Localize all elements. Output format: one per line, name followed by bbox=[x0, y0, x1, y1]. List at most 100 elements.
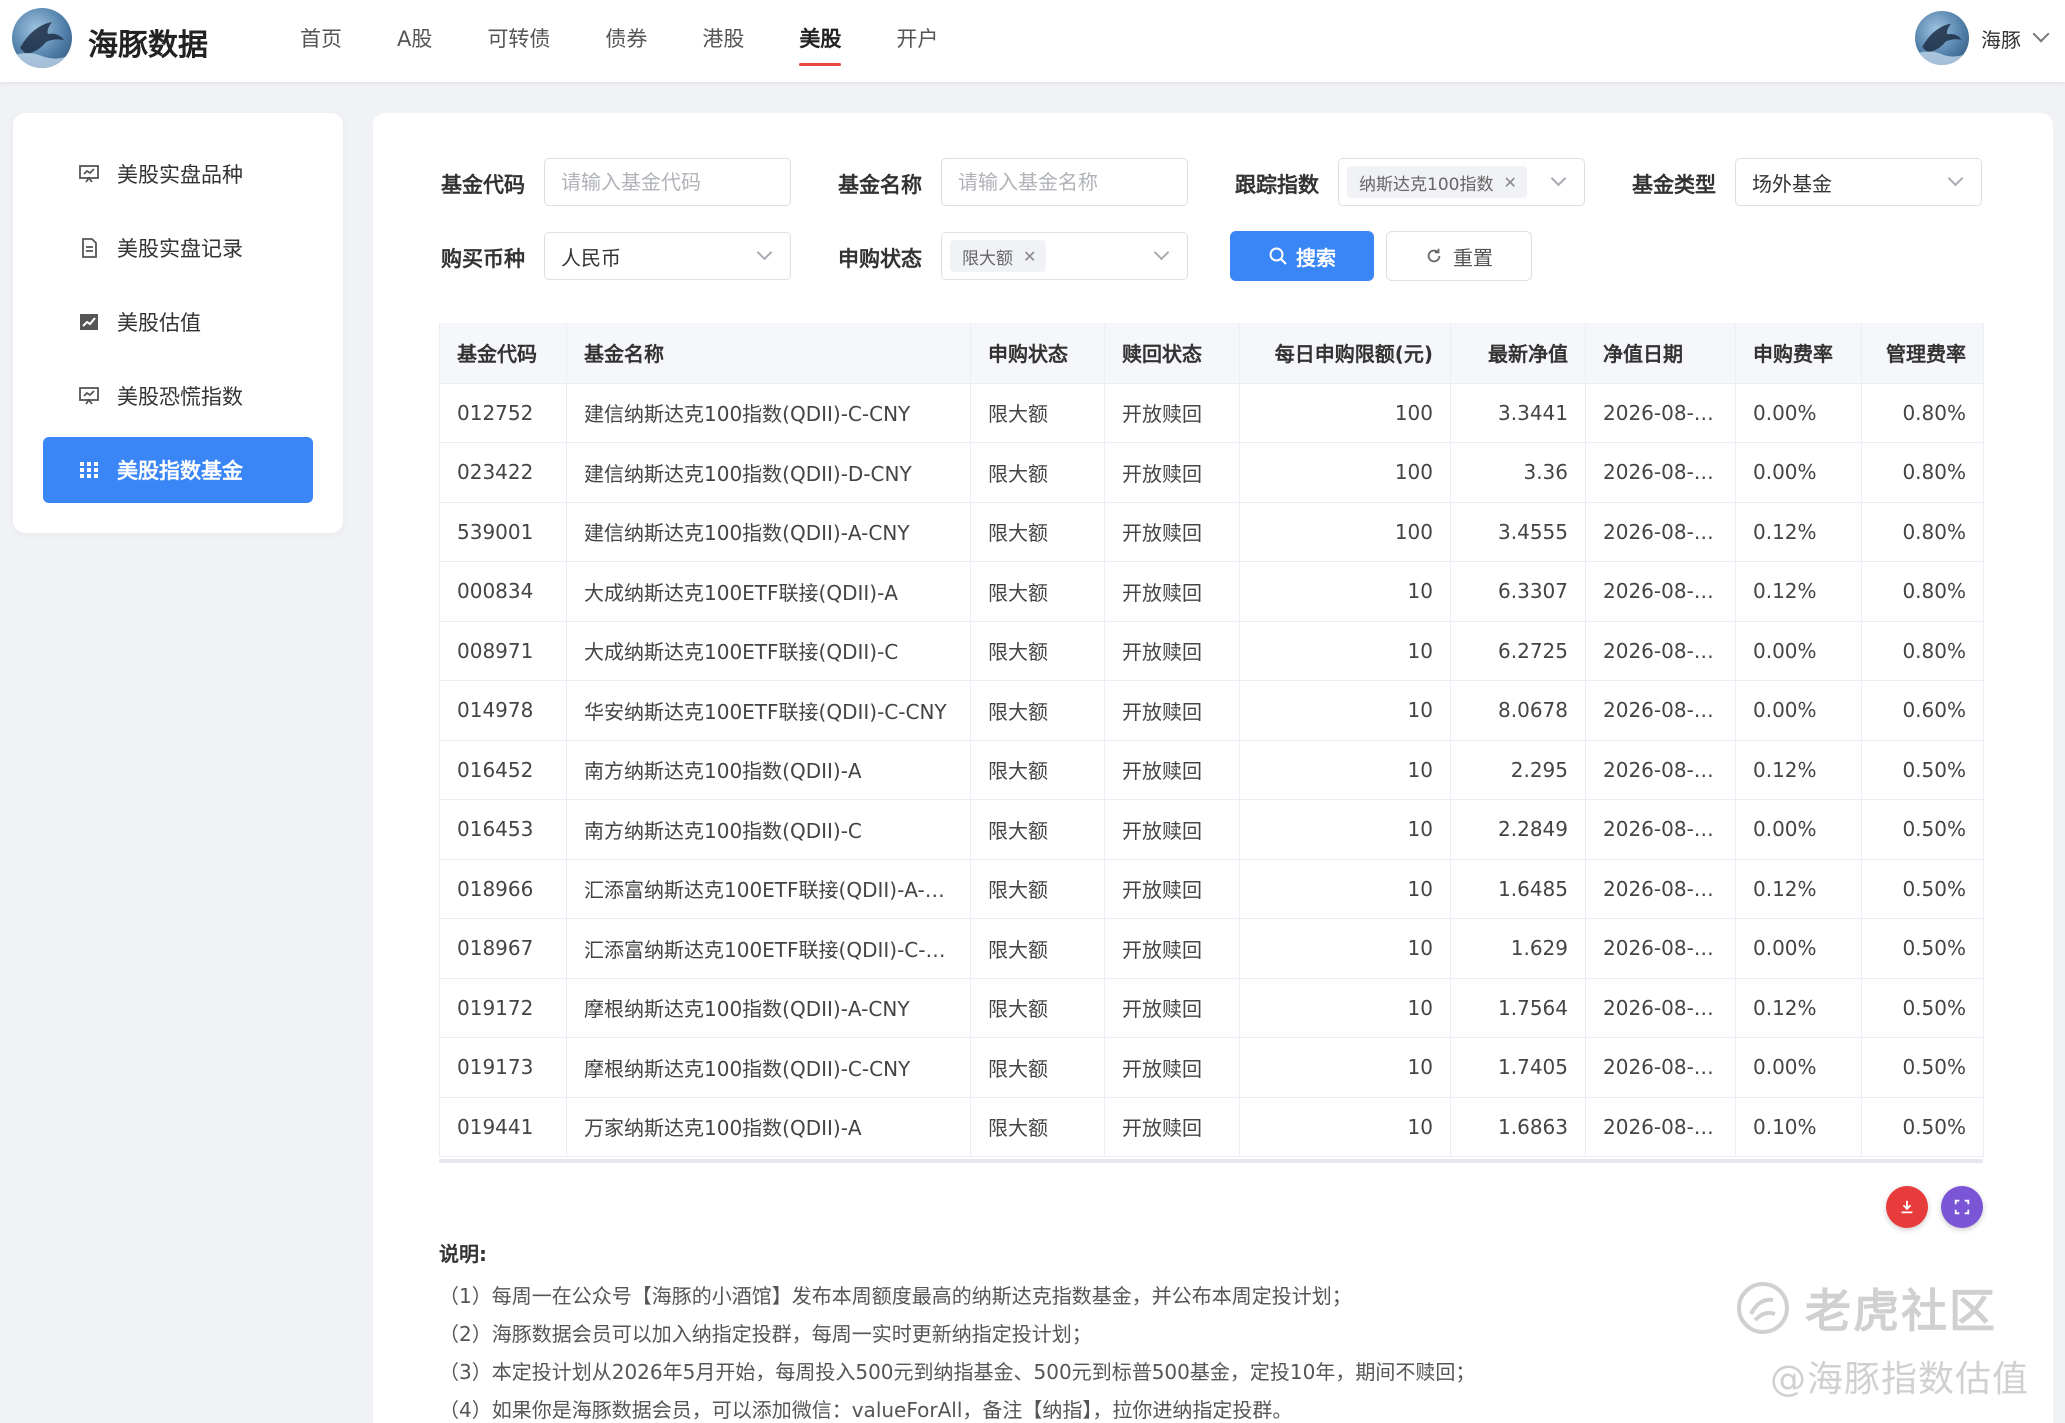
table-cell: 摩根纳斯达克100指数(QDII)-A-CNY bbox=[566, 978, 971, 1038]
table-cell: 0.12% bbox=[1735, 740, 1862, 800]
table-row[interactable]: 023422 建信纳斯达克100指数(QDII)-D-CNY 限大额 开放赎回 100 3… bbox=[439, 442, 1984, 503]
table-cell: 0.00% bbox=[1735, 383, 1862, 443]
fund-name-input[interactable] bbox=[958, 170, 1158, 194]
table-cell: 开放赎回 bbox=[1104, 561, 1240, 622]
table-row[interactable]: 008971 大成纳斯达克100ETF联接(QDII)-C 限大额 开放赎回 10 6.2… bbox=[439, 621, 1984, 681]
table-cell: 100 bbox=[1239, 442, 1451, 503]
table-row[interactable]: 014978 华安纳斯达克100ETF联接(QDII)-C-CNY 限大额 开放赎回 1… bbox=[439, 680, 1984, 741]
table-cell: 限大额 bbox=[970, 1037, 1105, 1098]
nav-a-share[interactable]: A股 bbox=[397, 0, 432, 82]
column-header[interactable]: 基金名称 bbox=[566, 323, 971, 384]
sidebar-item-us-live-records[interactable]: 美股实盘记录 bbox=[43, 215, 313, 281]
table-cell: 限大额 bbox=[970, 621, 1105, 681]
subscribe-status-tag[interactable]: 限大额 ✕ bbox=[950, 240, 1047, 272]
table-cell: 1.7564 bbox=[1450, 978, 1586, 1038]
fund-table: 基金代码 基金名称 申购状态 赎回状态 每日申购限额(元) 最新净值 净值日期 申购费率 管理费… bbox=[439, 323, 1984, 1157]
track-index-tag[interactable]: 纳斯达克100指数 ✕ bbox=[1347, 166, 1527, 198]
brand-logo[interactable] bbox=[12, 8, 72, 68]
notes-line: （2）海豚数据会员可以加入纳指定投群，每周一实时更新纳指定投计划； bbox=[439, 1322, 1092, 1346]
column-header[interactable]: 申购费率 bbox=[1735, 323, 1862, 384]
table-cell: 10 bbox=[1239, 1097, 1451, 1157]
avatar[interactable] bbox=[1915, 11, 1969, 65]
username[interactable]: 海豚 bbox=[1981, 24, 2021, 53]
reset-button[interactable]: 重置 bbox=[1386, 231, 1532, 281]
nav-us-stock[interactable]: 美股 bbox=[799, 0, 842, 82]
column-header[interactable]: 每日申购限额(元) bbox=[1239, 323, 1451, 384]
download-button[interactable] bbox=[1886, 1186, 1928, 1228]
table-cell: 大成纳斯达克100ETF联接(QDII)-C bbox=[566, 621, 971, 681]
table-row[interactable]: 018967 汇添富纳斯达克100ETF联接(QDII)-C-… 限大额 开放赎回 10… bbox=[439, 918, 1984, 979]
fund-name-field[interactable] bbox=[941, 158, 1188, 206]
table-cell: 10 bbox=[1239, 918, 1451, 979]
currency-select[interactable]: 人民币 bbox=[544, 232, 791, 280]
sidebar: 美股实盘品种 美股实盘记录 美股估值 美股恐慌指数 美股指数基金 bbox=[13, 113, 343, 533]
nav-convertible-bond[interactable]: 可转债 bbox=[487, 0, 550, 82]
chevron-down-icon[interactable] bbox=[1947, 170, 1964, 187]
table-cell: 3.4555 bbox=[1450, 502, 1586, 562]
nav-hk-stock[interactable]: 港股 bbox=[702, 0, 744, 82]
chevron-down-icon[interactable] bbox=[756, 244, 773, 261]
fund-code-field[interactable] bbox=[544, 158, 791, 206]
fund-code-input[interactable] bbox=[561, 170, 761, 194]
nav-bond[interactable]: 债券 bbox=[605, 0, 647, 82]
table-row[interactable]: 539001 建信纳斯达克100指数(QDII)-A-CNY 限大额 开放赎回 100 3… bbox=[439, 502, 1984, 562]
table-cell: 008971 bbox=[439, 621, 567, 681]
top-header: 海豚数据 首页 A股 可转债 债券 港股 美股 开户 海豚 bbox=[0, 0, 2065, 82]
main-panel: 基金代码 基金名称 跟踪指数 纳斯达克100指数 ✕ 基金类型 场外基金 购买币… bbox=[373, 113, 2053, 1423]
sidebar-item-us-index-fund[interactable]: 美股指数基金 bbox=[43, 437, 313, 503]
table-header-row: 基金代码 基金名称 申购状态 赎回状态 每日申购限额(元) 最新净值 净值日期 申购费率 管理费… bbox=[439, 323, 1984, 384]
table-cell: 8.0678 bbox=[1450, 680, 1586, 741]
table-cell: 2026-08-11 bbox=[1585, 502, 1736, 562]
user-menu[interactable]: 海豚 bbox=[1915, 8, 2050, 68]
column-header[interactable]: 赎回状态 bbox=[1104, 323, 1240, 384]
table-cell: 限大额 bbox=[970, 442, 1105, 503]
notes-line: （1）每周一在公众号【海豚的小酒馆】发布本周额度最高的纳斯达克指数基金，并公布本… bbox=[439, 1284, 1352, 1308]
table-row[interactable]: 016453 南方纳斯达克100指数(QDII)-C 限大额 开放赎回 10 2.2849… bbox=[439, 799, 1984, 860]
table-row[interactable]: 019172 摩根纳斯达克100指数(QDII)-A-CNY 限大额 开放赎回 10 1.… bbox=[439, 978, 1984, 1038]
table-cell: 开放赎回 bbox=[1104, 799, 1240, 860]
table-cell: 019441 bbox=[439, 1097, 567, 1157]
table-row[interactable]: 012752 建信纳斯达克100指数(QDII)-C-CNY 限大额 开放赎回 100 3… bbox=[439, 383, 1984, 443]
table-cell: 2026-08-11 bbox=[1585, 740, 1736, 800]
table-cell: 0.12% bbox=[1735, 978, 1862, 1038]
table-cell: 2026-08-11 bbox=[1585, 918, 1736, 979]
table-row[interactable]: 016452 南方纳斯达克100指数(QDII)-A 限大额 开放赎回 10 2.295 2… bbox=[439, 740, 1984, 800]
track-index-select[interactable]: 纳斯达克100指数 ✕ bbox=[1338, 158, 1585, 206]
fund-type-value: 场外基金 bbox=[1752, 171, 1832, 196]
sidebar-item-us-valuation[interactable]: 美股估值 bbox=[43, 289, 313, 355]
close-icon[interactable]: ✕ bbox=[1503, 173, 1516, 192]
chevron-down-icon[interactable] bbox=[1550, 170, 1567, 187]
table-scrollbar[interactable] bbox=[439, 1159, 1983, 1163]
fullscreen-button[interactable] bbox=[1941, 1186, 1983, 1228]
table-row[interactable]: 019173 摩根纳斯达克100指数(QDII)-C-CNY 限大额 开放赎回 10 1.… bbox=[439, 1037, 1984, 1098]
reset-button-label: 重置 bbox=[1453, 245, 1493, 270]
sidebar-item-us-live-holdings[interactable]: 美股实盘品种 bbox=[43, 141, 313, 207]
column-header[interactable]: 基金代码 bbox=[439, 323, 567, 384]
table-cell: 开放赎回 bbox=[1104, 740, 1240, 800]
search-button-label: 搜索 bbox=[1296, 245, 1336, 270]
subscribe-status-select[interactable]: 限大额 ✕ bbox=[941, 232, 1188, 280]
fund-type-select[interactable]: 场外基金 bbox=[1735, 158, 1982, 206]
track-index-label: 跟踪指数 bbox=[1235, 173, 1319, 197]
column-header[interactable]: 申购状态 bbox=[970, 323, 1105, 384]
table-row[interactable]: 019441 万家纳斯达克100指数(QDII)-A 限大额 开放赎回 10 1.6863… bbox=[439, 1097, 1984, 1157]
close-icon[interactable]: ✕ bbox=[1023, 247, 1036, 266]
table-row[interactable]: 000834 大成纳斯达克100ETF联接(QDII)-A 限大额 开放赎回 10 6.3… bbox=[439, 561, 1984, 622]
search-button[interactable]: 搜索 bbox=[1230, 231, 1374, 281]
sidebar-item-us-fear-index[interactable]: 美股恐慌指数 bbox=[43, 363, 313, 429]
table-cell: 2.295 bbox=[1450, 740, 1586, 800]
currency-label: 购买币种 bbox=[441, 247, 525, 271]
nav-home[interactable]: 首页 bbox=[300, 0, 342, 82]
chevron-down-icon[interactable] bbox=[1153, 244, 1170, 261]
search-icon bbox=[1269, 247, 1287, 265]
brand-name[interactable]: 海豚数据 bbox=[88, 20, 208, 64]
table-row[interactable]: 018966 汇添富纳斯达克100ETF联接(QDII)-A-… 限大额 开放赎回 10… bbox=[439, 859, 1984, 919]
table-cell: 016452 bbox=[439, 740, 567, 800]
column-header[interactable]: 最新净值 bbox=[1450, 323, 1586, 384]
table-cell: 3.3441 bbox=[1450, 383, 1586, 443]
column-header[interactable]: 净值日期 bbox=[1585, 323, 1736, 384]
chevron-down-icon[interactable] bbox=[2032, 25, 2050, 43]
column-header[interactable]: 管理费率 bbox=[1861, 323, 1984, 384]
nav-open-account[interactable]: 开户 bbox=[896, 0, 938, 82]
table-cell: 100 bbox=[1239, 383, 1451, 443]
